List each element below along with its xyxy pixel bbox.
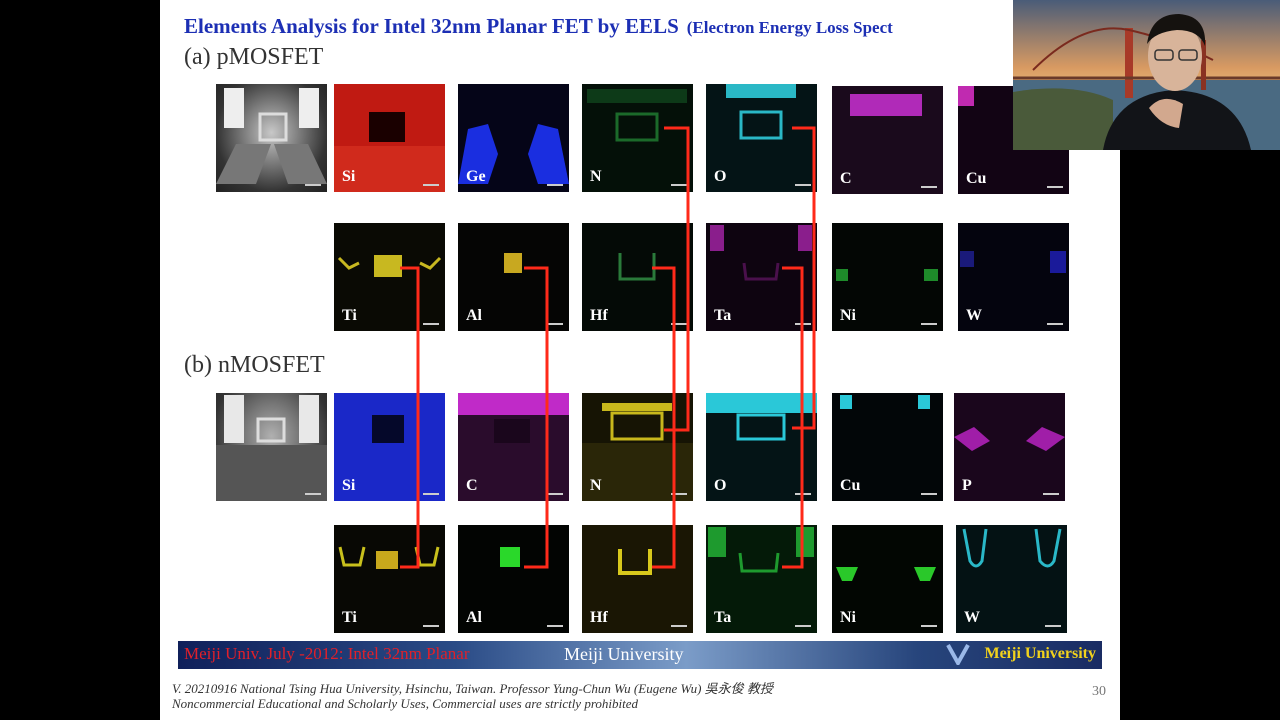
scale-bar [423,184,439,186]
scale-bar [423,323,439,325]
eels-map-hf-nmos: Hf [582,525,693,633]
eels-map-ta-pmos: Ta [706,223,817,331]
banner-center-text: Meiji University [564,644,684,664]
element-label: Si [342,168,356,185]
eels-map-w-nmos: W [956,525,1067,633]
presenter-webcam [1013,0,1280,150]
element-label: Ti [342,609,357,626]
scale-bar [1047,186,1063,188]
scale-bar [547,625,563,627]
scale-bar [423,493,439,495]
scale-bar [795,323,811,325]
scale-bar [305,493,321,495]
section-label-pmosfet: (a) pMOSFET [184,44,324,70]
element-label: W [964,609,980,626]
scale-bar [671,625,687,627]
element-label: O [714,168,727,185]
scale-bar [305,184,321,186]
slide-title-text: Elements Analysis for Intel 32nm Planar … [184,14,679,38]
eels-map-si-pmos: Si [334,84,445,192]
footer-banner: Meiji Univ. July -2012: Intel 32nm Plana… [178,641,1102,669]
slide-title-suffix: (Electron Energy Loss Spect [686,18,893,37]
element-label: C [466,477,478,494]
element-label: Ta [714,307,732,324]
element-label: Ge [466,168,486,185]
banner-left-text: Meiji Univ. July -2012: Intel 32nm Plana… [184,644,470,663]
element-label: N [590,168,602,185]
eels-map-ni-nmos: Ni [832,525,943,633]
eels-map-w-pmos: W [958,223,1069,331]
footer-citation: V. 20210916 National Tsing Hua Universit… [172,681,773,696]
scale-bar [1045,625,1061,627]
eels-map-ti-pmos: Ti [334,223,445,331]
element-label: Si [342,477,356,494]
eels-map-n-nmos: N [582,393,693,501]
eels-map-al-nmos: Al [458,525,569,633]
section-label-nmosfet: (b) nMOSFET [184,352,325,378]
presenter-video-icon [1013,0,1280,150]
element-label: Hf [590,609,608,626]
element-label: Ni [840,609,856,626]
scale-bar [1043,493,1059,495]
element-label: Ti [342,307,357,324]
eels-map-n-pmos: N [582,84,693,192]
eels-map-o-pmos: O [706,84,817,192]
tem-image-pmos [216,84,327,192]
tem-image-nmos [216,393,327,501]
scale-bar [795,493,811,495]
scale-bar [547,184,563,186]
page-number: 30 [1092,684,1106,699]
scale-bar [547,323,563,325]
banner-right-text: Meiji University [984,645,1096,662]
element-label: Ta [714,609,732,626]
footer-usage-notice: Noncommercial Educational and Scholarly … [172,696,639,711]
scale-bar [671,184,687,186]
scale-bar [795,184,811,186]
eels-map-cu-nmos: Cu [832,393,943,501]
eels-map-ni-pmos: Ni [832,223,943,331]
element-label: N [590,477,602,494]
eels-map-ti-nmos: Ti [334,525,445,633]
tem-structure-icon [216,88,327,184]
eels-map-c-nmos: C [458,393,569,501]
tem-structure-icon [216,395,327,501]
scale-bar [547,493,563,495]
scale-bar [671,323,687,325]
meiji-logo-icon [946,643,970,670]
element-label: O [714,477,727,494]
eels-map-c-pmos: C [832,86,943,194]
element-label: Al [466,307,482,324]
scale-bar [921,323,937,325]
element-label: Cu [966,170,987,187]
eels-map-al-pmos: Al [458,223,569,331]
eels-map-o-nmos: O [706,393,817,501]
element-label: Hf [590,307,608,324]
element-label: Ni [840,307,856,324]
eels-map-si-nmos: Si [334,393,445,501]
scale-bar [423,625,439,627]
eels-map-ta-nmos: Ta [706,525,817,633]
scale-bar [795,625,811,627]
scale-bar [671,493,687,495]
eels-map-p-nmos: P [954,393,1065,501]
scale-bar [1047,323,1063,325]
element-label: C [840,170,852,187]
eels-map-ge-pmos: Ge [458,84,569,192]
scale-bar [921,493,937,495]
presentation-slide: Elements Analysis for Intel 32nm Planar … [160,0,1120,720]
element-label: Cu [840,477,861,494]
element-label: Al [466,609,482,626]
eels-map-hf-pmos: Hf [582,223,693,331]
element-label: W [966,307,982,324]
slide-title: Elements Analysis for Intel 32nm Planar … [184,14,893,39]
element-label: P [962,477,972,494]
scale-bar [921,186,937,188]
scale-bar [921,625,937,627]
